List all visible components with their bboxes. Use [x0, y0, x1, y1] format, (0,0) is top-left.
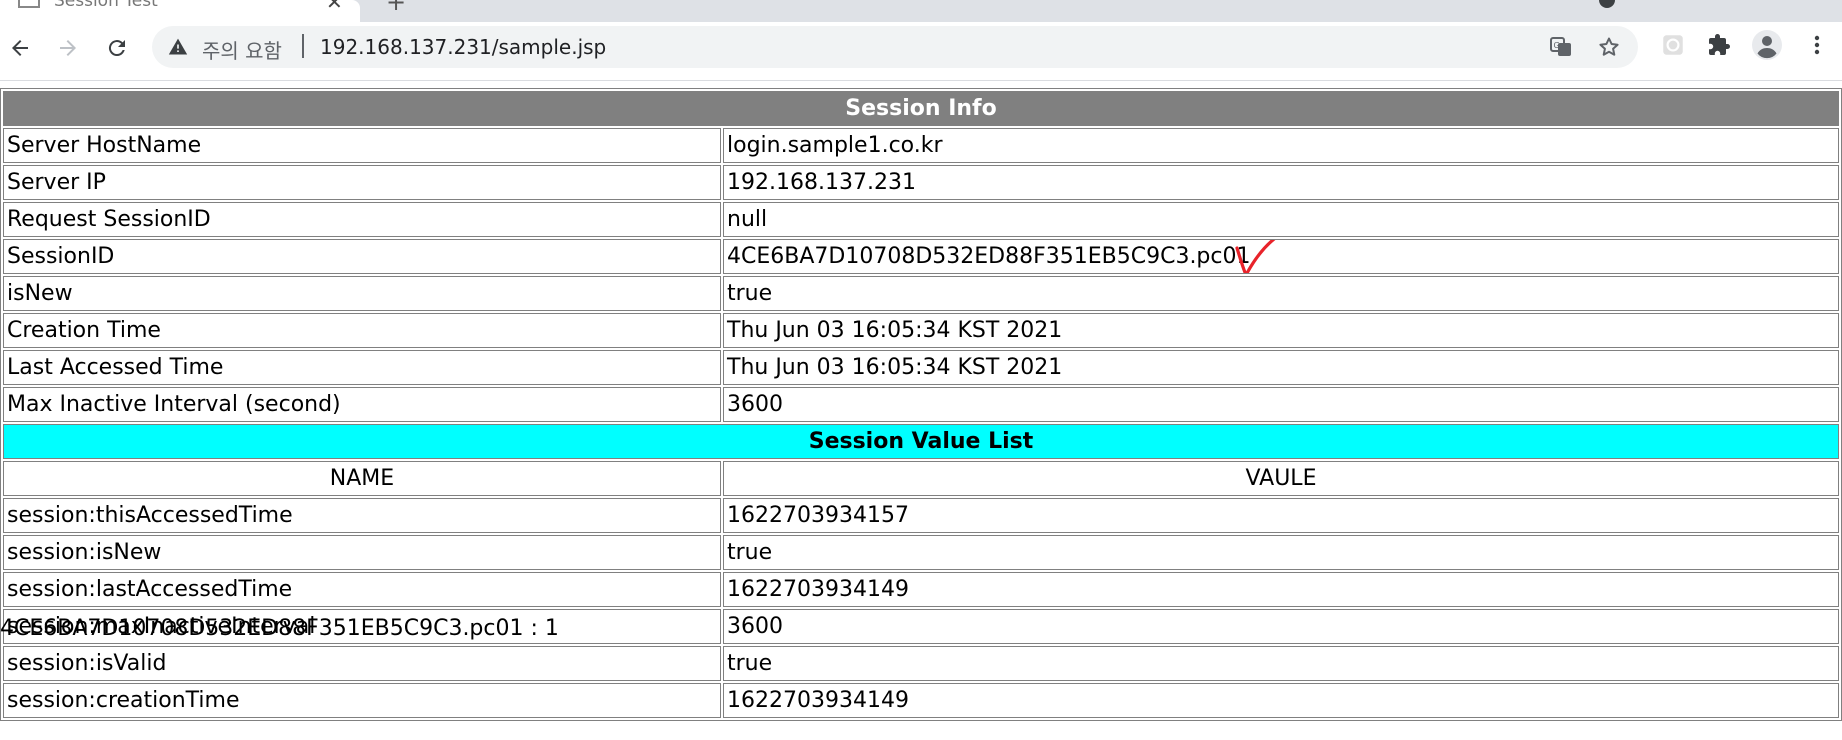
page-favicon-icon: [18, 0, 40, 8]
security-status-label[interactable]: 주의 요함: [202, 35, 282, 64]
browser-menu-button[interactable]: [1800, 28, 1834, 62]
not-secure-warning-icon[interactable]: [168, 37, 188, 57]
reload-icon: [108, 40, 125, 57]
table-row: Server IP 192.168.137.231: [3, 165, 1839, 200]
more-vertical-icon: [1814, 35, 1820, 55]
row-label: Last Accessed Time: [3, 350, 721, 385]
session-id-value: 4CE6BA7D10708D532ED88F351EB5C9C3.pc01: [727, 244, 1251, 269]
row-value: Thu Jun 03 16:05:34 KST 2021: [723, 350, 1839, 385]
translate-icon: G: [1550, 37, 1571, 56]
column-header-row: NAME VAULE: [3, 461, 1839, 496]
back-arrow-icon: [12, 40, 28, 56]
star-icon: [1599, 37, 1619, 56]
row-value: null: [723, 202, 1839, 237]
table-row: SessionID 4CE6BA7D10708D532ED88F351EB5C9…: [3, 239, 1839, 274]
row-value: Thu Jun 03 16:05:34 KST 2021: [723, 313, 1839, 348]
session-count-line: 4CE6BA7D10708D532ED88F351EB5C9C3.pc01 : …: [0, 616, 559, 641]
browser-toolbar: 주의 요함 192.168.137.231/sample.jsp G: [0, 22, 1842, 81]
browser-tab[interactable]: Session Test ✕: [0, 0, 360, 22]
column-header-name: NAME: [3, 461, 721, 496]
tab-title: Session Test: [54, 0, 158, 11]
tab-strip: Session Test ✕ +: [0, 0, 1842, 22]
table-row: session:isNew true: [3, 535, 1839, 570]
table-row: session:thisAccessedTime 1622703934157: [3, 498, 1839, 533]
close-tab-icon[interactable]: ✕: [326, 0, 343, 14]
tab-search-icon[interactable]: [1599, 0, 1615, 8]
red-checkmark-annotation-icon: [1235, 240, 1276, 273]
profile-button[interactable]: [1750, 28, 1784, 62]
attribute-value: true: [723, 646, 1839, 681]
svg-text:G: G: [1554, 41, 1560, 50]
column-header-value: VAULE: [723, 461, 1839, 496]
table-row: Server HostName login.sample1.co.kr: [3, 128, 1839, 163]
table-row: Creation Time Thu Jun 03 16:05:34 KST 20…: [3, 313, 1839, 348]
row-value-cell: 4CE6BA7D10708D532ED88F351EB5C9C3.pc01: [723, 239, 1839, 274]
table-row: Last Accessed Time Thu Jun 03 16:05:34 K…: [3, 350, 1839, 385]
forward-button[interactable]: [52, 32, 84, 64]
attribute-value: 3600: [723, 609, 1839, 644]
table-row: session:isValid true: [3, 646, 1839, 681]
attribute-name: session:isValid: [3, 646, 721, 681]
table-row: Request SessionID null: [3, 202, 1839, 237]
row-label: Creation Time: [3, 313, 721, 348]
row-label: isNew: [3, 276, 721, 311]
row-value: 3600: [723, 387, 1839, 422]
row-value: true: [723, 276, 1839, 311]
session-value-list-header-row: Session Value List: [3, 424, 1839, 459]
table-row: isNew true: [3, 276, 1839, 311]
attribute-value: 1622703934157: [723, 498, 1839, 533]
row-value: login.sample1.co.kr: [723, 128, 1839, 163]
bookmark-star-button[interactable]: [1594, 32, 1624, 62]
back-button[interactable]: [4, 32, 36, 64]
row-value: 192.168.137.231: [723, 165, 1839, 200]
attribute-value: true: [723, 535, 1839, 570]
extension-icon: [1663, 35, 1683, 55]
attribute-name: session:lastAccessedTime: [3, 572, 721, 607]
session-info-header-row: Session Info: [3, 91, 1839, 126]
avatar-icon: [1752, 30, 1782, 60]
attribute-name: session:thisAccessedTime: [3, 498, 721, 533]
row-label: Request SessionID: [3, 202, 721, 237]
session-info-title: Session Info: [3, 91, 1839, 126]
table-row: session:lastAccessedTime 1622703934149: [3, 572, 1839, 607]
reload-button[interactable]: [101, 32, 133, 64]
extensions-menu-button[interactable]: [1702, 28, 1736, 62]
extension-button[interactable]: [1656, 28, 1690, 62]
row-label: Server IP: [3, 165, 721, 200]
attribute-value: 1622703934149: [723, 572, 1839, 607]
attribute-name: session:isNew: [3, 535, 721, 570]
attribute-name: session:creationTime: [3, 683, 721, 718]
address-separator: [302, 34, 304, 58]
row-label: Max Inactive Interval (second): [3, 387, 721, 422]
forward-arrow-icon: [60, 40, 76, 56]
new-tab-icon[interactable]: +: [386, 0, 406, 16]
table-row: session:creationTime 1622703934149: [3, 683, 1839, 718]
row-label: Server HostName: [3, 128, 721, 163]
session-value-list-title: Session Value List: [3, 424, 1839, 459]
address-bar[interactable]: 주의 요함 192.168.137.231/sample.jsp G: [152, 26, 1638, 68]
row-label: SessionID: [3, 239, 721, 274]
url-text[interactable]: 192.168.137.231/sample.jsp: [320, 35, 606, 59]
table-row: Max Inactive Interval (second) 3600: [3, 387, 1839, 422]
puzzle-icon: [1709, 34, 1730, 55]
translate-button[interactable]: G: [1546, 32, 1576, 62]
attribute-value: 1622703934149: [723, 683, 1839, 718]
